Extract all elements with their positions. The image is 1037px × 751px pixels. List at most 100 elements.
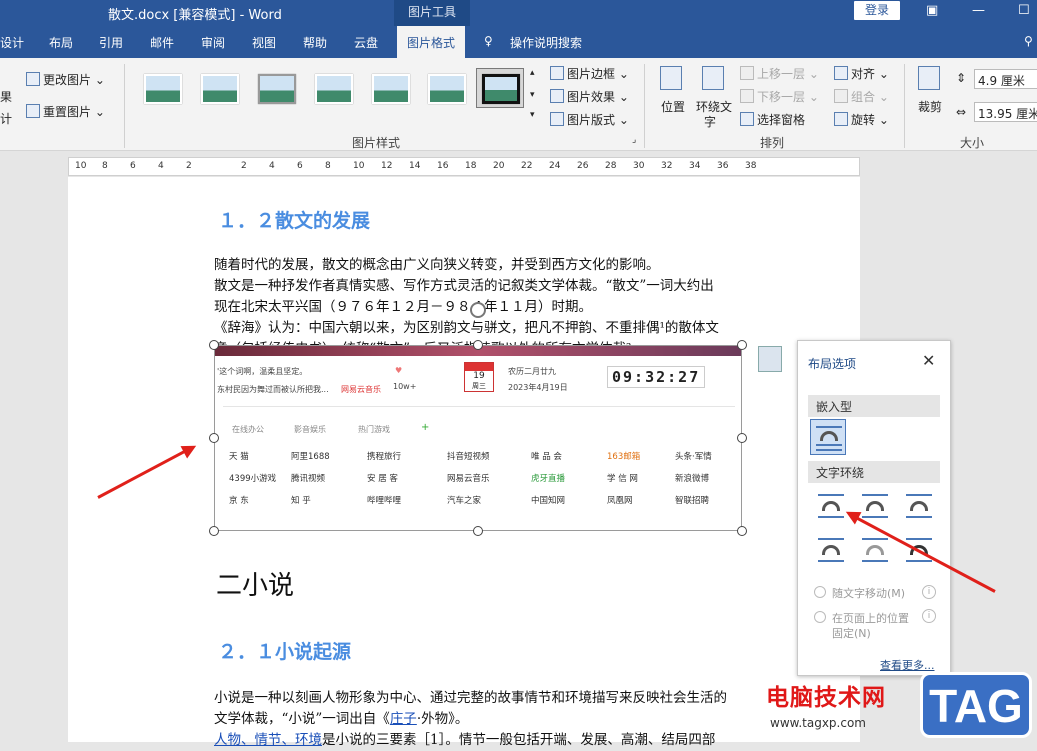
fix-position-label: 在页面上的位置 [832, 612, 909, 625]
divider [124, 64, 125, 148]
lunar-date: 农历二月廿九 [508, 367, 556, 376]
tab-cloud[interactable]: 云盘 [354, 34, 378, 51]
tab-design[interactable]: 设计 [0, 34, 24, 51]
like-count: 10w+ [393, 382, 417, 391]
ribbon-display-icon[interactable]: ▣ [926, 3, 938, 18]
styles-scroll-down-icon[interactable]: ▾ [530, 90, 535, 100]
resize-handle[interactable] [473, 526, 483, 536]
ruler-tick-label: 10 [353, 161, 365, 171]
picture-border-icon [550, 66, 564, 80]
rotate-handle-icon[interactable] [470, 302, 486, 318]
picture-style-2[interactable] [195, 68, 243, 108]
horizontal-ruler[interactable]: 10 8 6 4 2 2 4 6 8 10 12 14 16 18 20 22 24 26 28 30 32 34 36 38 [68, 157, 860, 176]
tab-layout[interactable]: 布局 [49, 34, 73, 51]
maximize-icon[interactable]: ☐ [1018, 3, 1030, 18]
info-icon[interactable]: i [922, 609, 936, 623]
send-backward-label: 下移一层 [757, 90, 806, 104]
ribbon-stub-2[interactable]: 计 [0, 110, 12, 127]
site-link: 虎牙直播 [531, 474, 566, 484]
resize-handle[interactable] [737, 433, 747, 443]
tab-view[interactable]: 视图 [252, 34, 276, 51]
change-picture-button[interactable]: 更改图片 ⌄ [26, 71, 105, 88]
styles-more-icon[interactable]: ▾ [530, 110, 535, 120]
site-link: 4399小游戏 [229, 474, 277, 484]
width-input[interactable]: 13.95 厘米 [974, 102, 1037, 122]
login-button[interactable]: 登录 [854, 1, 900, 20]
lightbulb-icon: ♀ [484, 34, 493, 48]
picture-effects-button[interactable]: 图片效果 ⌄ [550, 88, 629, 105]
bring-forward-icon [740, 66, 754, 80]
resize-handle[interactable] [737, 340, 747, 350]
minimize-icon[interactable]: — [972, 3, 985, 18]
wrap-behind-icon[interactable] [856, 533, 892, 569]
dialog-launcher-icon[interactable]: ⌟ [632, 135, 636, 145]
see-more-link[interactable]: 查看更多... [880, 657, 935, 673]
resize-handle[interactable] [473, 340, 483, 350]
tab-review[interactable]: 审阅 [201, 34, 225, 51]
tab-mailings[interactable]: 邮件 [150, 34, 174, 51]
selection-pane-icon [740, 112, 754, 126]
height-input[interactable]: 4.9 厘米 [974, 69, 1037, 89]
group-button[interactable]: 组合 ⌄ [834, 88, 889, 105]
info-icon[interactable]: i [922, 585, 936, 599]
wrap-text-button-line2[interactable]: 字 [704, 113, 716, 130]
fix-position-label-2: 固定(N) [832, 627, 871, 640]
width-icon: ⇔ [956, 105, 967, 119]
image-tab: 在线办公 [232, 425, 264, 434]
picture-effects-label: 图片效果 [567, 90, 616, 104]
picture-style-4[interactable] [309, 68, 357, 108]
user-icon[interactable]: ⚲ [1024, 34, 1033, 48]
position-icon[interactable] [660, 66, 685, 91]
tell-me-search[interactable]: 操作说明搜索 [510, 34, 582, 51]
picture-style-1[interactable] [138, 68, 186, 108]
picture-style-5[interactable] [366, 68, 414, 108]
wrap-inline-icon[interactable] [810, 419, 846, 455]
picture-border-button[interactable]: 图片边框 ⌄ [550, 65, 629, 82]
selection-pane-button[interactable]: 选择窗格 [740, 111, 805, 128]
picture-layout-button[interactable]: 图片版式 ⌄ [550, 111, 629, 128]
resize-handle[interactable] [209, 526, 219, 536]
wrap-through-icon[interactable] [900, 489, 936, 525]
bring-forward-button[interactable]: 上移一层 ⌄ [740, 65, 819, 82]
align-button[interactable]: 对齐 ⌄ [834, 65, 889, 82]
crop-button[interactable]: 裁剪 [918, 98, 942, 115]
site-link: 智联招聘 [675, 496, 710, 506]
resize-handle[interactable] [737, 526, 747, 536]
calendar-day: 19 [473, 371, 485, 381]
fix-position-radio[interactable] [814, 611, 826, 623]
reset-picture-button[interactable]: 重置图片 ⌄ [26, 103, 105, 120]
send-backward-button[interactable]: 下移一层 ⌄ [740, 88, 819, 105]
zhuangzi-link[interactable]: 庄子 [390, 711, 417, 727]
picture-style-3[interactable] [252, 68, 300, 108]
site-link: 天 猫 [229, 452, 249, 462]
resize-handle[interactable] [209, 433, 219, 443]
align-label: 对齐 [851, 67, 876, 81]
wrap-square-icon[interactable] [812, 489, 848, 525]
image-tab-add: + [421, 422, 430, 433]
size-group-label: 大小 [960, 136, 985, 150]
tab-references[interactable]: 引用 [99, 34, 123, 51]
move-with-text-radio[interactable] [814, 586, 826, 598]
tab-help[interactable]: 帮助 [303, 34, 327, 51]
tab-picture-format[interactable]: 图片格式 [397, 26, 466, 58]
close-icon[interactable]: ✕ [922, 351, 935, 370]
image-tab: 热门游戏 [358, 425, 390, 434]
wrap-top-bottom-icon[interactable] [812, 533, 848, 569]
ribbon-stub-1[interactable]: 果 [0, 88, 12, 105]
rotate-button[interactable]: 旋转 ⌄ [834, 111, 889, 128]
picture-layout-icon [550, 112, 564, 126]
layout-options-icon[interactable] [758, 346, 782, 372]
resize-handle[interactable] [209, 340, 219, 350]
site-link: 腾讯视频 [291, 474, 326, 484]
selected-picture[interactable]: '这个词啊，温柔且坚定。 东村民因为舞过而被认所把我... 网易云音乐 ♥ 10… [214, 345, 742, 531]
elements-link[interactable]: 人物、情节、环境 [214, 732, 322, 748]
crop-icon[interactable] [918, 66, 943, 91]
image-tab: 影音娱乐 [294, 425, 326, 434]
picture-style-6[interactable] [422, 68, 470, 108]
wrap-text-icon[interactable] [702, 66, 727, 91]
arrange-group-label: 排列 [760, 136, 785, 150]
styles-scroll-up-icon[interactable]: ▴ [530, 68, 535, 78]
position-button[interactable]: 位置 [661, 98, 685, 115]
picture-style-7[interactable] [476, 68, 524, 108]
reset-picture-icon [26, 104, 40, 118]
